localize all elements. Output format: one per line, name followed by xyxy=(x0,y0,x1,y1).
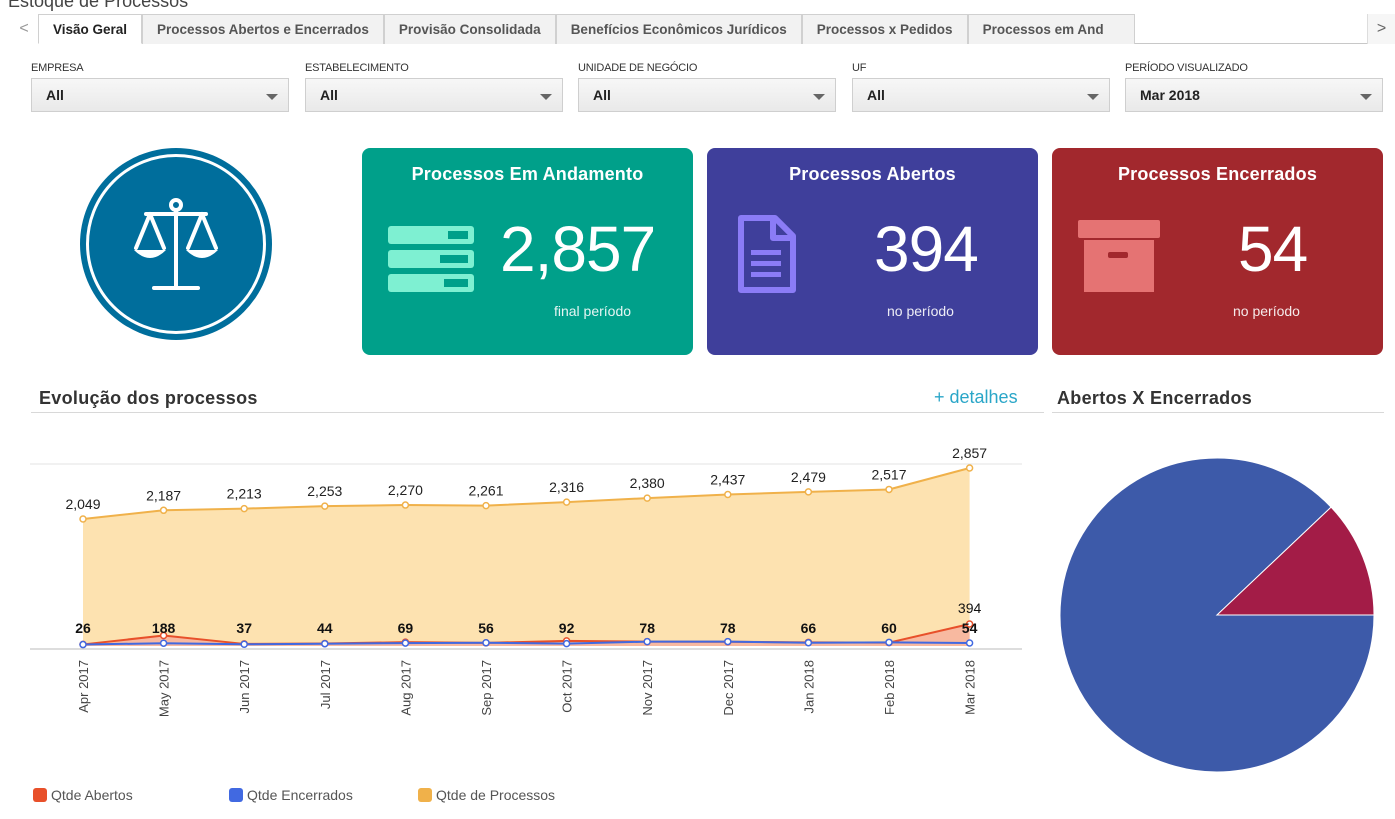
processos-point xyxy=(240,504,248,513)
processos-data-label: 2,261 xyxy=(468,483,503,499)
processos-data-label: 2,380 xyxy=(630,475,665,491)
processos-data-label: 2,316 xyxy=(549,479,584,495)
processos-point xyxy=(482,501,490,510)
processos-data-label: 2,517 xyxy=(871,466,906,482)
x-tick-label: Feb 2018 xyxy=(882,660,897,715)
encerrados-point xyxy=(885,638,893,647)
encerrados-point xyxy=(804,638,813,647)
processos-data-label: 2,213 xyxy=(227,486,262,502)
processos-point xyxy=(804,488,813,496)
encerrados-point xyxy=(562,639,571,648)
processos-point xyxy=(724,490,732,499)
abertos-data-label: 394 xyxy=(958,600,982,616)
abertos-data-label: 44 xyxy=(317,620,333,636)
processos-data-label: 2,049 xyxy=(65,496,100,512)
processos-area xyxy=(83,468,970,646)
x-tick-label: Dec 2017 xyxy=(721,660,736,716)
encerrados-point xyxy=(643,637,651,646)
x-tick-label: Nov 2017 xyxy=(640,660,655,716)
encerrados-point xyxy=(240,640,248,649)
processos-point xyxy=(965,464,974,472)
abertos-data-label: 56 xyxy=(478,620,494,636)
abertos-data-label: 60 xyxy=(881,620,897,636)
processos-data-label: 2,857 xyxy=(952,445,987,461)
abertos-data-label: 66 xyxy=(801,620,817,636)
abertos-data-label: 69 xyxy=(398,620,414,636)
legend-swatch xyxy=(33,788,47,802)
legend-swatch xyxy=(229,788,243,802)
encerrados-point xyxy=(159,639,168,647)
processos-point xyxy=(643,494,651,502)
processos-point xyxy=(159,506,168,515)
legend-item-processos[interactable]: Qtde de Processos xyxy=(418,787,555,803)
encerrados-point xyxy=(79,640,87,649)
processos-point xyxy=(401,501,410,509)
processos-data-label: 2,270 xyxy=(388,482,423,498)
legend-item-abertos[interactable]: Qtde Abertos xyxy=(33,787,133,803)
encerrados-point xyxy=(482,639,490,647)
abertos-data-label: 92 xyxy=(559,620,575,636)
legend-label: Qtde de Processos xyxy=(436,787,556,803)
x-tick-label: Mar 2018 xyxy=(963,660,978,715)
processos-point xyxy=(321,502,329,510)
encerrados-point xyxy=(724,637,732,646)
x-tick-label: Apr 2017 xyxy=(76,660,91,713)
abertos-data-label: 26 xyxy=(75,620,91,636)
processos-data-label: 2,253 xyxy=(307,483,342,499)
abertos-data-label: 78 xyxy=(720,620,736,636)
abertos-data-label: 54 xyxy=(962,620,978,636)
x-tick-label: Sep 2017 xyxy=(479,660,494,716)
x-tick-label: Jun 2017 xyxy=(237,660,252,714)
x-tick-label: Oct 2017 xyxy=(560,660,575,713)
abertos-data-label: 78 xyxy=(639,620,655,636)
legend-item-encerrados[interactable]: Qtde Encerrados xyxy=(229,787,353,803)
legend-label: Qtde Encerrados xyxy=(247,787,353,803)
abertos-data-label: 37 xyxy=(236,620,252,636)
encerrados-point xyxy=(321,639,329,648)
processos-point xyxy=(79,515,87,523)
processos-point xyxy=(562,498,571,506)
encerrados-point xyxy=(965,639,974,647)
legend-label: Qtde Abertos xyxy=(51,787,133,803)
processos-data-label: 2,479 xyxy=(791,469,826,485)
charts-canvas: 2,049 2,187 2,213 2,253 2,270 2,261 2,316 2,380… xyxy=(30,445,1375,773)
x-tick-label: Aug 2017 xyxy=(398,660,413,716)
encerrados-point xyxy=(401,639,410,647)
processos-data-label: 2,187 xyxy=(146,487,181,503)
x-tick-label: May 2017 xyxy=(157,660,172,717)
x-tick-label: Jan 2018 xyxy=(801,660,816,714)
processos-data-label: 2,437 xyxy=(710,472,745,488)
legend-swatch xyxy=(418,788,432,802)
x-tick-label: Jul 2017 xyxy=(318,660,333,709)
abertos-data-label: 188 xyxy=(152,620,176,636)
processos-point xyxy=(885,485,893,494)
